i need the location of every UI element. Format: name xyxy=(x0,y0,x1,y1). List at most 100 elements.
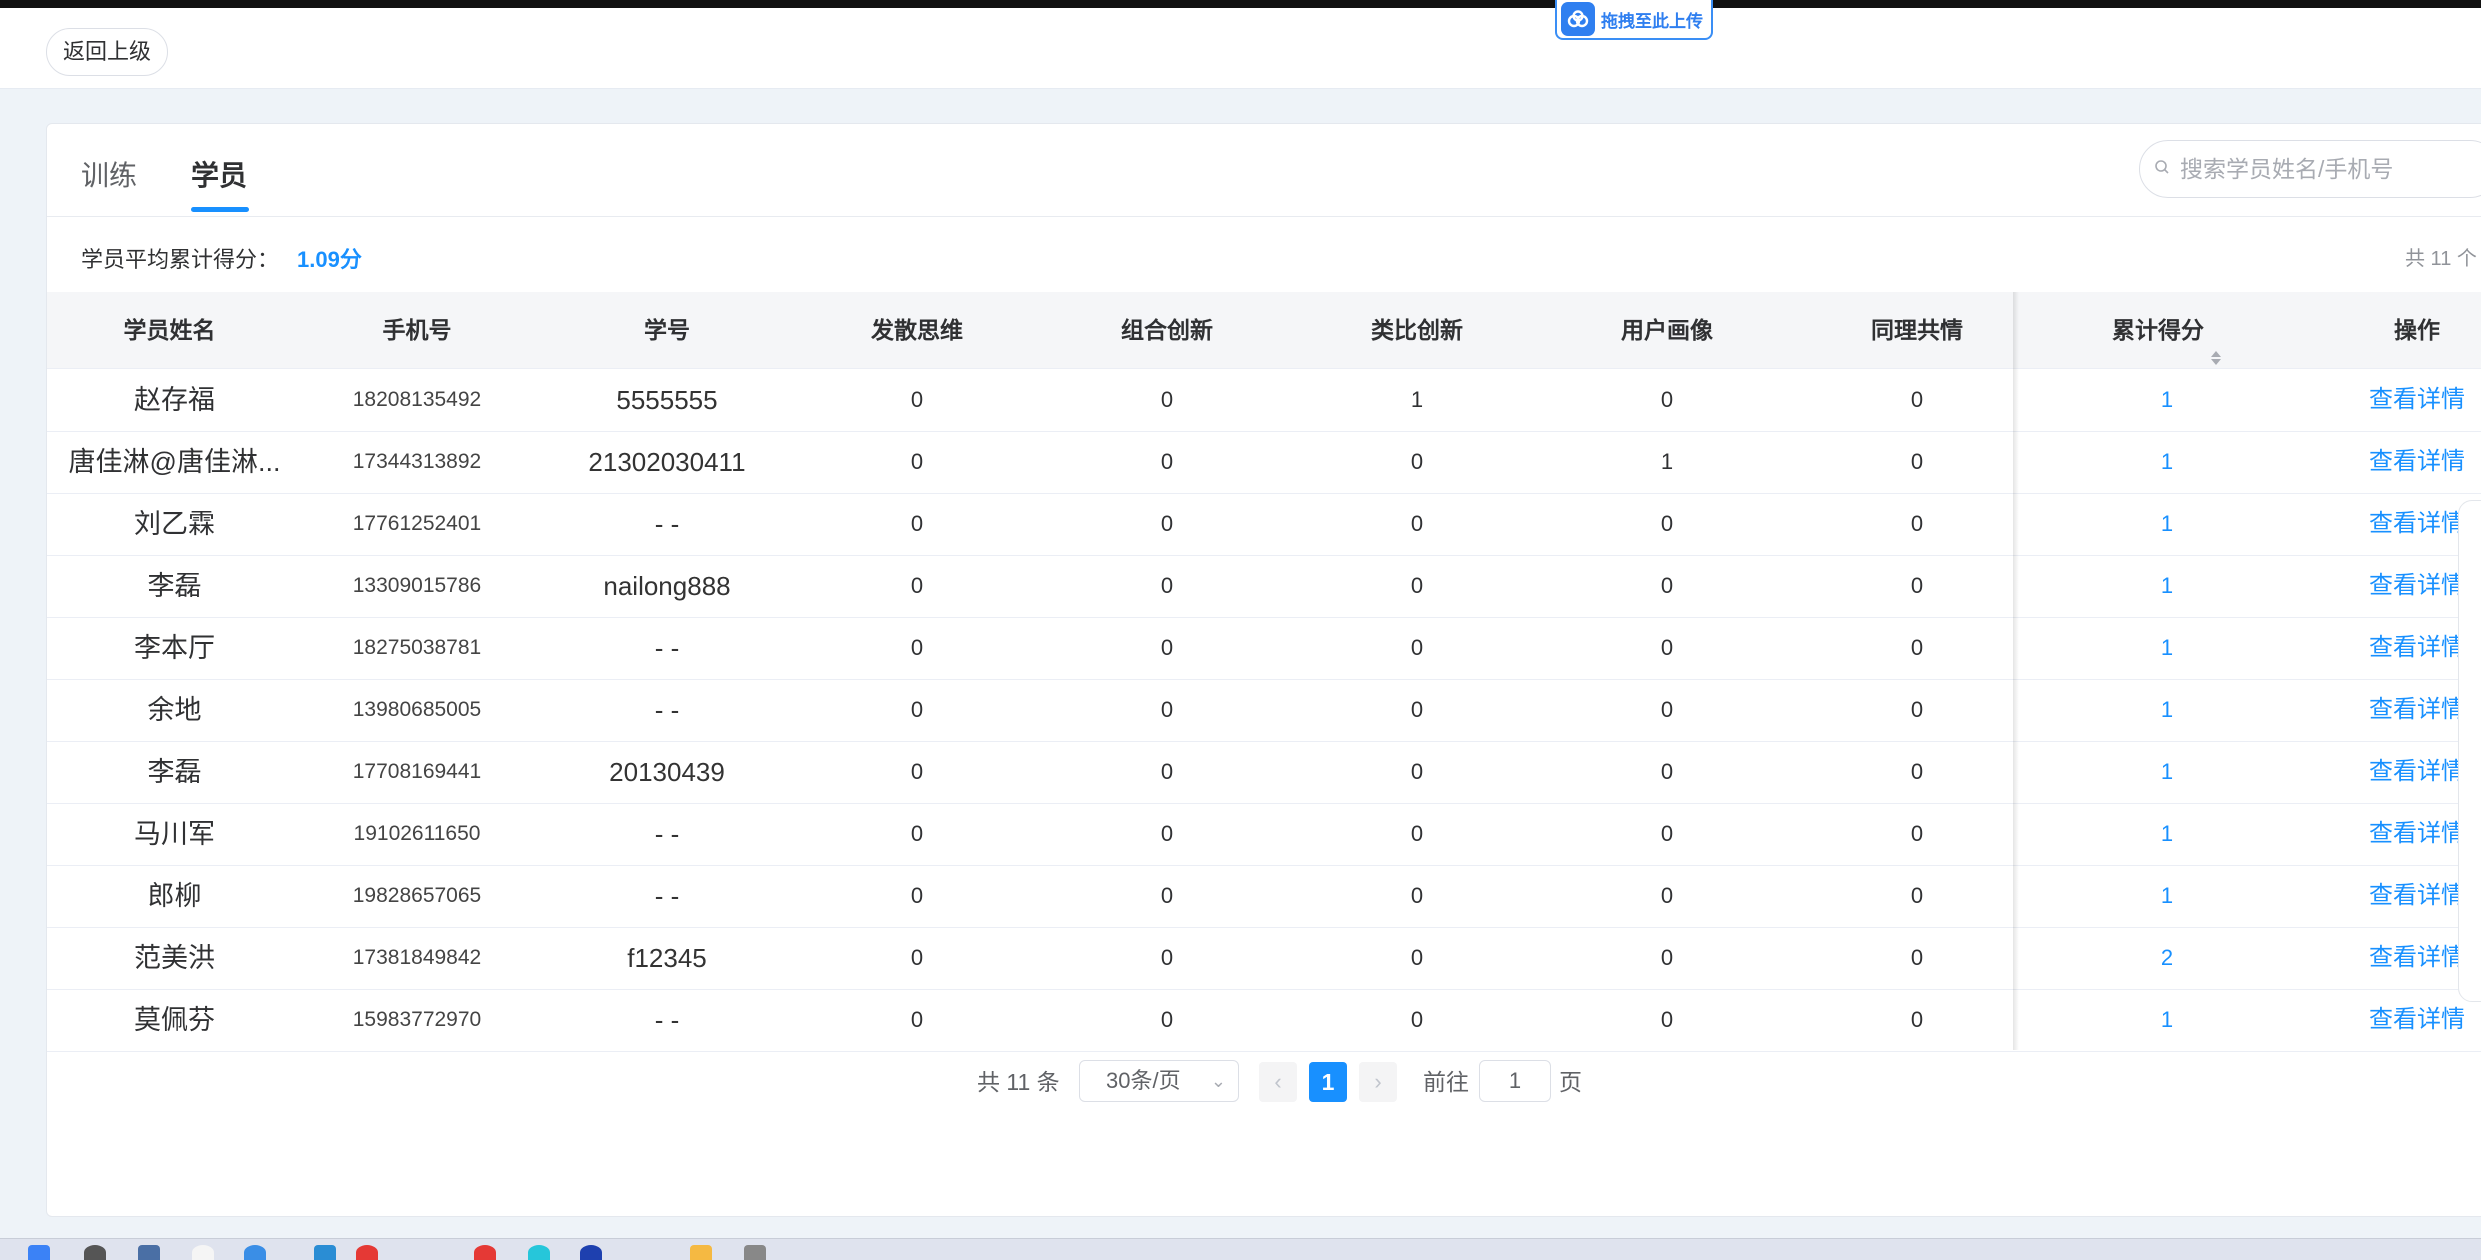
cell-persona: 0 xyxy=(1660,821,1674,846)
cell-analogy: 0 xyxy=(1410,883,1424,908)
pagination-total: 共 11 条 xyxy=(977,1069,1060,1095)
app-icon-8[interactable] xyxy=(744,1245,766,1260)
cell-phone: 17708169441 xyxy=(352,760,482,783)
table-row: 莫佩芬 15983772970 - - 0 0 0 0 0 1 查看详情 xyxy=(47,989,2481,1052)
cell-student-id: - - xyxy=(654,695,680,725)
cell-name: 莫佩芬 xyxy=(134,1005,215,1035)
cloud-upload-icon xyxy=(1561,2,1595,36)
goto-unit-label: 页 xyxy=(1559,1069,1582,1095)
task-view-icon[interactable] xyxy=(138,1245,160,1260)
cell-divergent: 0 xyxy=(910,697,924,722)
cell-empathy: 0 xyxy=(1910,697,1924,722)
next-page-button[interactable]: › xyxy=(1359,1062,1397,1102)
view-details-link[interactable]: 查看详情 xyxy=(2292,865,2481,927)
cell-combination: 0 xyxy=(1160,635,1174,660)
search-input[interactable] xyxy=(2178,154,2481,184)
cell-total-score: 1 xyxy=(2160,387,2174,412)
search-icon xyxy=(2154,159,2170,180)
app-icon-7[interactable] xyxy=(580,1245,602,1260)
view-details-link[interactable]: 查看详情 xyxy=(2292,493,2481,555)
view-details-link[interactable]: 查看详情 xyxy=(2292,369,2481,431)
cell-divergent: 0 xyxy=(910,883,924,908)
cell-total-score: 1 xyxy=(2160,635,2174,660)
search-taskbar-icon[interactable] xyxy=(84,1245,106,1260)
cell-name: 李本厅 xyxy=(134,633,215,663)
cell-combination: 0 xyxy=(1160,821,1174,846)
chevron-down-icon: ⌄ xyxy=(1210,1071,1226,1091)
app-icon-6[interactable] xyxy=(528,1245,550,1260)
app-icon-3[interactable] xyxy=(314,1245,336,1260)
column-header-combination: 组合创新 xyxy=(1121,317,1213,343)
cell-phone: 18208135492 xyxy=(352,388,482,411)
cell-persona: 0 xyxy=(1660,511,1674,536)
cell-total-score: 1 xyxy=(2160,1007,2174,1032)
cell-combination: 0 xyxy=(1160,759,1174,784)
tab-students[interactable]: 学员 xyxy=(191,154,247,194)
total-count-label: 共 11 个 xyxy=(2405,248,2477,270)
column-header-persona: 用户画像 xyxy=(1621,317,1713,343)
cell-total-score: 1 xyxy=(2160,821,2174,846)
column-header-divergent: 发散思维 xyxy=(871,317,963,343)
table-row: 李本厅 18275038781 - - 0 0 0 0 0 1 查看详情 xyxy=(47,617,2481,680)
cell-persona: 0 xyxy=(1660,635,1674,660)
prev-page-button[interactable]: ‹ xyxy=(1259,1062,1297,1102)
top-black-bar xyxy=(0,0,2481,8)
app-icon-2[interactable] xyxy=(244,1245,266,1260)
cell-total-score: 1 xyxy=(2160,573,2174,598)
active-tab-indicator xyxy=(191,207,249,212)
cell-student-id: 21302030411 xyxy=(588,447,746,477)
app-icon-5[interactable] xyxy=(474,1245,496,1260)
table-row: 马川军 19102611650 - - 0 0 0 0 0 1 查看详情 xyxy=(47,803,2481,866)
cell-phone: 17344313892 xyxy=(352,450,482,473)
avg-score-label: 学员平均累计得分： xyxy=(81,247,280,272)
cell-total-score: 1 xyxy=(2160,449,2174,474)
cell-empathy: 0 xyxy=(1910,635,1924,660)
side-float-widget[interactable] xyxy=(2458,500,2481,1002)
view-details-link[interactable]: 查看详情 xyxy=(2292,927,2481,989)
column-header-total-score[interactable]: 累计得分 xyxy=(2042,292,2292,368)
cell-combination: 0 xyxy=(1160,511,1174,536)
search-box[interactable] xyxy=(2139,140,2481,198)
page-number-current[interactable]: 1 xyxy=(1309,1062,1347,1102)
upload-drop-zone[interactable]: 拖拽至此上传 xyxy=(1555,0,1713,40)
table-row: 范美洪 17381849842 f12345 0 0 0 0 0 2 查看详情 xyxy=(47,927,2481,990)
view-details-link[interactable]: 查看详情 xyxy=(2292,741,2481,803)
cell-phone: 17761252401 xyxy=(352,512,482,535)
table-row: 唐佳淋@唐佳淋... 17344313892 21302030411 0 0 0 1 0 1 查看… xyxy=(47,431,2481,494)
cell-empathy: 0 xyxy=(1910,945,1924,970)
view-details-link[interactable]: 查看详情 xyxy=(2292,989,2481,1051)
cell-divergent: 0 xyxy=(910,759,924,784)
cell-student-id: f12345 xyxy=(627,943,707,973)
sort-icon[interactable] xyxy=(2210,322,2222,365)
app-icon-4[interactable] xyxy=(356,1245,378,1260)
cell-phone: 15983772970 xyxy=(352,1008,482,1031)
goto-label: 前往 xyxy=(1423,1069,1469,1095)
cell-name: 马川军 xyxy=(134,819,215,849)
view-details-link[interactable]: 查看详情 xyxy=(2292,617,2481,679)
column-header-name: 学员姓名 xyxy=(123,317,216,343)
table-row: 郎柳 19828657065 - - 0 0 0 0 0 1 查看详情 xyxy=(47,865,2481,928)
cell-total-score: 2 xyxy=(2160,945,2174,970)
start-icon[interactable] xyxy=(28,1245,50,1260)
folder-icon[interactable] xyxy=(690,1245,712,1260)
view-details-link[interactable]: 查看详情 xyxy=(2292,679,2481,741)
cell-combination: 0 xyxy=(1160,945,1174,970)
table-row: 李磊 13309015786 nailong888 0 0 0 0 0 1 查看详情 xyxy=(47,555,2481,618)
app-icon-1[interactable] xyxy=(192,1245,214,1260)
cell-student-id: - - xyxy=(654,509,680,539)
cell-persona: 0 xyxy=(1660,573,1674,598)
view-details-link[interactable]: 查看详情 xyxy=(2292,431,2481,493)
page-size-select[interactable]: 30条/页 ⌄ xyxy=(1079,1060,1239,1102)
goto-page-input[interactable]: 1 xyxy=(1479,1060,1551,1102)
cell-persona: 0 xyxy=(1660,759,1674,784)
cell-phone: 18275038781 xyxy=(352,636,482,659)
view-details-link[interactable]: 查看详情 xyxy=(2292,803,2481,865)
cell-combination: 0 xyxy=(1160,697,1174,722)
view-details-link[interactable]: 查看详情 xyxy=(2292,555,2481,617)
upload-label: 拖拽至此上传 xyxy=(1601,11,1703,31)
cell-analogy: 0 xyxy=(1410,1007,1424,1032)
cell-phone: 13980685005 xyxy=(352,698,482,721)
back-button[interactable]: 返回上级 xyxy=(46,28,169,76)
tab-training[interactable]: 训练 xyxy=(81,154,137,194)
cell-empathy: 0 xyxy=(1910,511,1924,536)
